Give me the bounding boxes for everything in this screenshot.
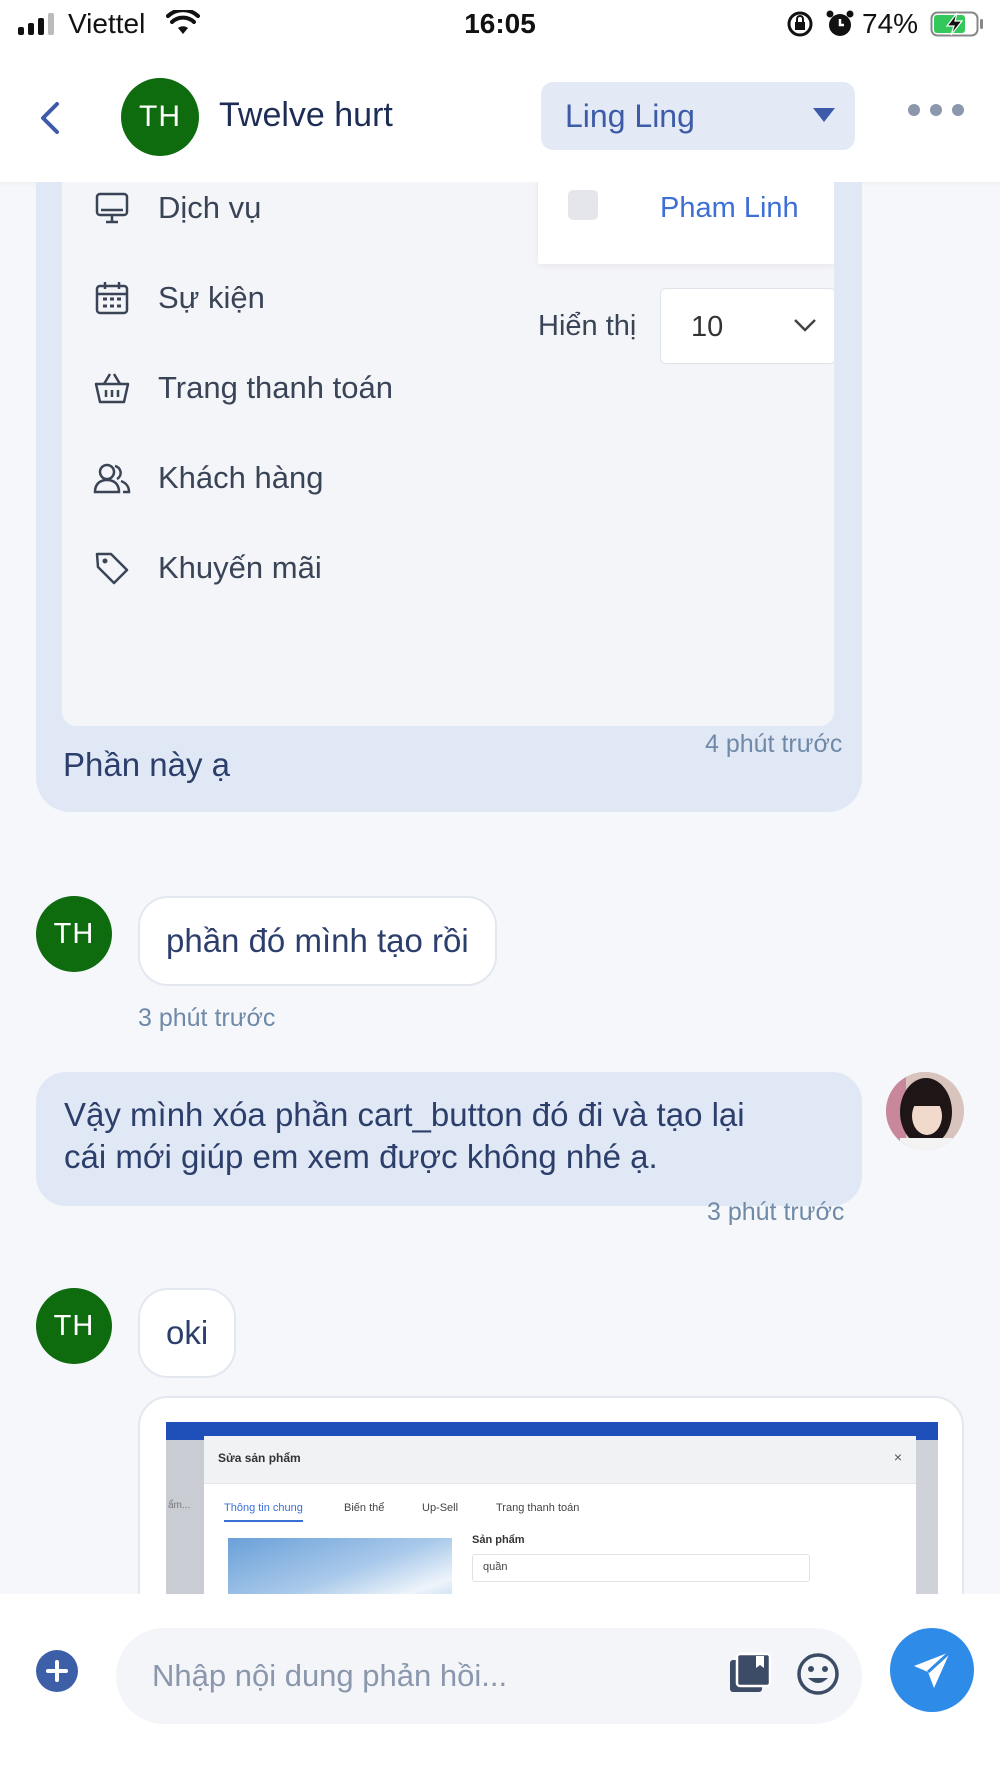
message-timestamp: 3 phút trước — [707, 1198, 845, 1226]
more-options-button[interactable] — [908, 98, 964, 122]
contact-avatar[interactable]: TH — [121, 78, 199, 156]
menu-item-promotions: Khuyến mãi — [92, 548, 322, 588]
tab-upsell: Up-Sell — [422, 1502, 459, 1514]
send-button[interactable] — [890, 1628, 974, 1712]
message-text: Phần này ạ — [63, 746, 230, 783]
screenshot-image[interactable]: , Dịch vụ Sự kiện Trang thanh toán Khách… — [62, 182, 834, 726]
close-icon: × — [893, 1449, 902, 1465]
message-composer — [0, 1594, 1000, 1778]
message-timestamp: 4 phút trước — [705, 730, 843, 758]
page-size-label: Hiển thị — [538, 310, 637, 342]
message-text: oki — [166, 1314, 209, 1351]
message-timestamp: 3 phút trước — [138, 1004, 276, 1032]
calendar-icon — [95, 282, 129, 315]
battery-charging-icon — [930, 11, 983, 37]
message-text-line: cái mới giúp em xem được không nhé ạ. — [64, 1138, 658, 1175]
attachment-screenshot: ẩm... Sửa sản phẩm × Thông tin chung Biế… — [166, 1422, 938, 1594]
agent-avatar[interactable] — [886, 1072, 964, 1150]
chevron-down-icon — [794, 319, 816, 332]
library-icon[interactable] — [728, 1652, 772, 1694]
alarm-icon — [826, 10, 854, 36]
tag-icon — [95, 552, 129, 585]
caret-down-icon — [813, 108, 835, 122]
tab-variants: Biến thể — [344, 1502, 385, 1514]
tab-checkout: Trang thanh toán — [496, 1502, 580, 1514]
emoji-icon[interactable] — [796, 1652, 840, 1696]
menu-item-events: Sự kiện — [92, 278, 265, 318]
dropdown-option: Pham Linh — [660, 192, 799, 224]
incoming-message[interactable]: phần đó mình tạo rồi — [138, 896, 497, 986]
product-field: quần — [472, 1554, 810, 1582]
menu-item-services: Dịch vụ — [92, 188, 261, 228]
assignee-list-dropdown: Pham Linh — [538, 182, 834, 264]
page-size-select: 10 — [660, 288, 834, 364]
chevron-left-icon — [41, 102, 59, 134]
back-button[interactable] — [30, 94, 70, 142]
incoming-image-attachment[interactable]: ẩm... Sửa sản phẩm × Thông tin chung Biế… — [138, 1396, 964, 1594]
send-icon — [914, 1650, 952, 1688]
menu-item-customers: Khách hàng — [92, 458, 323, 498]
message-text: phần đó mình tạo rồi — [166, 922, 469, 959]
tab-general: Thông tin chung — [224, 1502, 303, 1522]
assignee-label: Ling Ling — [565, 98, 695, 134]
contact-avatar[interactable]: TH — [36, 896, 112, 972]
plus-icon[interactable] — [36, 1650, 78, 1692]
message-text-line: Vậy mình xóa phần cart_button đó đi và t… — [64, 1096, 745, 1133]
edit-product-dialog: Sửa sản phẩm × Thông tin chung Biến thể … — [204, 1436, 916, 1594]
assignee-dropdown[interactable]: Ling Ling — [541, 82, 855, 150]
status-bar: Viettel 16:05 74% — [0, 0, 1000, 52]
product-image — [228, 1538, 452, 1594]
incoming-message[interactable]: oki — [138, 1288, 237, 1378]
contact-avatar[interactable]: TH — [36, 1288, 112, 1364]
rotation-lock-icon — [787, 11, 813, 37]
outgoing-image-message[interactable]: , Dịch vụ Sự kiện Trang thanh toán Khách… — [36, 182, 862, 812]
chat-message-list[interactable]: , Dịch vụ Sự kiện Trang thanh toán Khách… — [0, 182, 1000, 1594]
more-dots-icon — [908, 104, 920, 116]
contact-name[interactable]: Twelve hurt — [219, 96, 393, 135]
menu-item-checkout: Trang thanh toán — [92, 368, 393, 408]
basket-icon — [94, 373, 130, 404]
monitor-icon — [95, 192, 129, 224]
chat-header: TH Twelve hurt Ling Ling — [0, 52, 1000, 182]
dialog-title: Sửa sản phẩm — [218, 1451, 301, 1465]
outgoing-message[interactable]: Vậy mình xóa phần cart_button đó đi và t… — [36, 1072, 862, 1206]
checkbox — [568, 190, 598, 220]
battery-percent: 74% — [862, 8, 919, 39]
users-icon — [93, 463, 131, 494]
product-field-label: Sản phẩm — [472, 1534, 525, 1546]
cropped-side-text: ẩm... — [168, 1500, 191, 1511]
agent-photo — [886, 1072, 964, 1150]
